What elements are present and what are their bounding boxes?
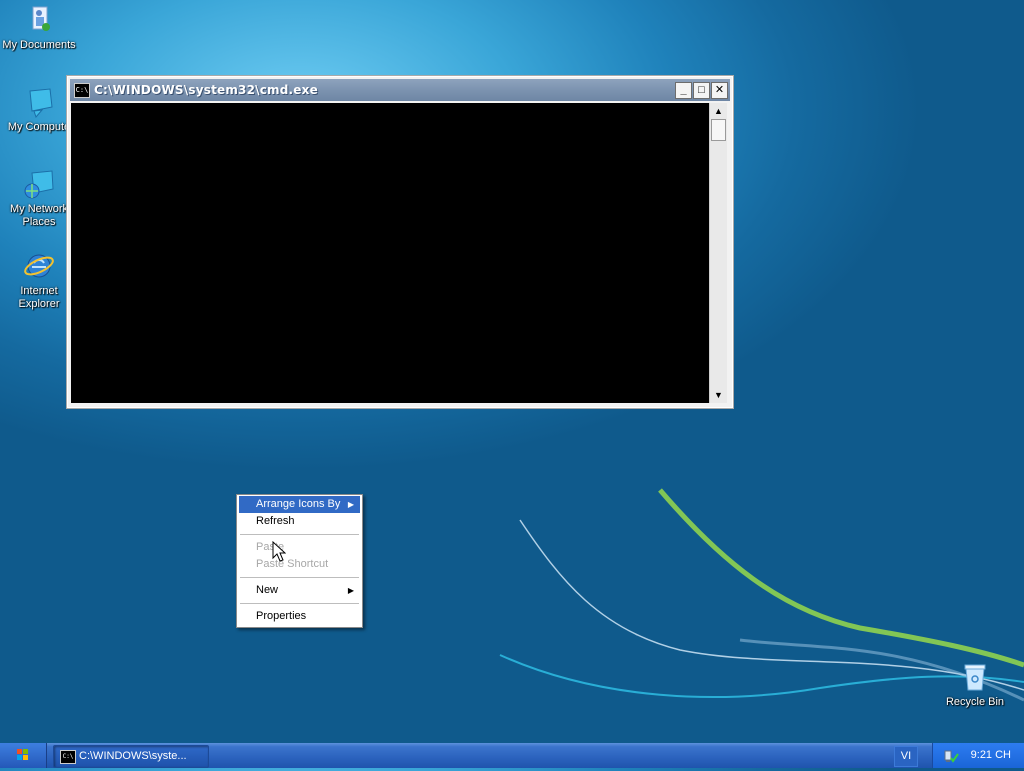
network-status-icon[interactable] (943, 748, 959, 764)
menu-item-paste[interactable]: Paste (239, 539, 360, 556)
vertical-scrollbar[interactable]: ▲ ▼ (709, 103, 727, 403)
minimize-button[interactable]: _ (675, 82, 692, 99)
windows-logo-icon (17, 749, 28, 760)
my-computer-icon (29, 88, 53, 118)
submenu-arrow-icon: ▶ (347, 586, 354, 595)
menu-item-arrange-icons-by[interactable]: Arrange Icons By ▶ (239, 496, 360, 513)
internet-explorer-icon (24, 254, 54, 278)
menu-item-refresh[interactable]: Refresh (239, 513, 360, 530)
desktop-icon-label: My Documents (2, 39, 76, 51)
clock[interactable]: 9:21 CH (971, 749, 1011, 761)
window-titlebar[interactable]: C:\ C:\WINDOWS\system32\cmd.exe _ □ ✕ (70, 79, 730, 101)
cmd-taskbar-icon: C:\ (60, 750, 76, 764)
menu-item-label: New (256, 584, 279, 596)
language-indicator[interactable]: VI (894, 746, 918, 767)
scroll-down-icon[interactable]: ▼ (710, 387, 727, 403)
taskbar-item-cmd[interactable]: C:\ C:\WINDOWS\syste... (53, 745, 209, 768)
console-area[interactable] (71, 103, 709, 403)
scroll-up-icon[interactable]: ▲ (710, 103, 727, 119)
taskbar: C:\ C:\WINDOWS\syste... VI 9:21 CH (0, 743, 1024, 768)
mouse-cursor-icon (272, 541, 286, 562)
menu-separator (240, 603, 359, 604)
menu-item-new[interactable]: New ▶ (239, 582, 360, 599)
window-title: C:\WINDOWS\system32\cmd.exe (94, 83, 318, 97)
menu-item-label: Paste Shortcut (256, 558, 329, 570)
menu-item-label: Arrange Icons By (256, 498, 341, 510)
taskbar-item-label: C:\WINDOWS\syste... (79, 750, 187, 762)
cmd-window[interactable]: C:\ C:\WINDOWS\system32\cmd.exe _ □ ✕ ▲ … (66, 75, 734, 409)
desktop-icon-label: Recycle Bin (945, 696, 1005, 708)
maximize-button[interactable]: □ (693, 82, 710, 99)
scroll-thumb[interactable] (711, 119, 726, 141)
close-button[interactable]: ✕ (711, 82, 728, 99)
menu-item-label: Properties (256, 610, 307, 622)
menu-separator (240, 534, 359, 535)
desktop-icon-my-documents[interactable]: My Documents (0, 3, 78, 52)
my-documents-icon (32, 6, 50, 31)
network-places-icon (24, 170, 54, 199)
desktop-icon-recycle-bin[interactable]: Recycle Bin (936, 660, 1014, 709)
recycle-bin-icon (964, 664, 986, 691)
desktop-context-menu: Arrange Icons By ▶ Refresh Paste Paste S… (236, 494, 363, 628)
cmd-app-icon[interactable]: C:\ (74, 83, 90, 98)
menu-separator (240, 577, 359, 578)
menu-item-label: Refresh (256, 515, 295, 527)
submenu-arrow-icon: ▶ (347, 500, 354, 509)
menu-item-paste-shortcut[interactable]: Paste Shortcut (239, 556, 360, 573)
menu-item-properties[interactable]: Properties (239, 608, 360, 625)
start-button[interactable] (0, 743, 47, 768)
system-tray: 9:21 CH (932, 743, 1024, 768)
